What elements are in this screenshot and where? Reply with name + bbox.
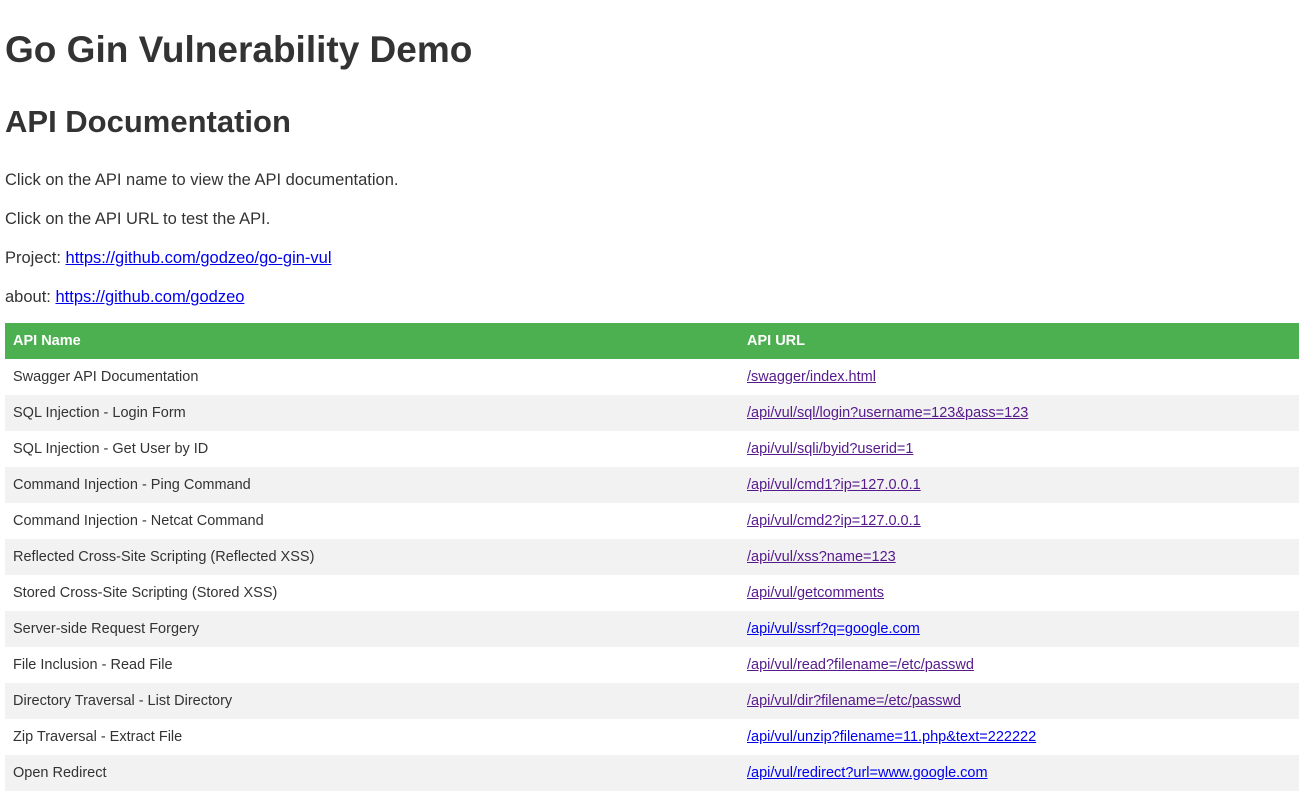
header-api-url: API URL	[739, 323, 1299, 359]
api-url-cell: /swagger/index.html	[739, 359, 1299, 395]
api-table: API Name API URL Swagger API Documentati…	[5, 323, 1299, 791]
api-url-link[interactable]: /swagger/index.html	[747, 369, 876, 385]
api-table-body: Swagger API Documentation/swagger/index.…	[5, 359, 1299, 791]
api-name-cell: Zip Traversal - Extract File	[5, 719, 739, 755]
api-url-cell: /api/vul/xss?name=123	[739, 539, 1299, 575]
project-link[interactable]: https://github.com/godzeo/go-gin-vul	[66, 249, 332, 267]
api-url-link[interactable]: /api/vul/cmd2?ip=127.0.0.1	[747, 513, 921, 529]
api-url-link[interactable]: /api/vul/read?filename=/etc/passwd	[747, 657, 974, 673]
api-url-cell: /api/vul/ssrf?q=google.com	[739, 611, 1299, 647]
table-row: Zip Traversal - Extract File/api/vul/unz…	[5, 719, 1299, 755]
api-url-cell: /api/vul/dir?filename=/etc/passwd	[739, 683, 1299, 719]
api-url-cell: /api/vul/sql/login?username=123&pass=123	[739, 395, 1299, 431]
about-line: about: https://github.com/godzeo	[5, 286, 244, 308]
api-name-cell: Reflected Cross-Site Scripting (Reflecte…	[5, 539, 739, 575]
api-name-cell: Open Redirect	[5, 755, 739, 791]
table-row: SQL Injection - Login Form/api/vul/sql/l…	[5, 395, 1299, 431]
table-row: Command Injection - Netcat Command/api/v…	[5, 503, 1299, 539]
table-row: Stored Cross-Site Scripting (Stored XSS)…	[5, 575, 1299, 611]
page-title: Go Gin Vulnerability Demo	[5, 29, 473, 70]
api-name-cell: SQL Injection - Get User by ID	[5, 431, 739, 467]
table-row: Directory Traversal - List Directory/api…	[5, 683, 1299, 719]
api-url-cell: /api/vul/sqli/byid?userid=1	[739, 431, 1299, 467]
api-url-link[interactable]: /api/vul/dir?filename=/etc/passwd	[747, 693, 961, 709]
api-url-cell: /api/vul/getcomments	[739, 575, 1299, 611]
api-url-link[interactable]: /api/vul/redirect?url=www.google.com	[747, 765, 988, 781]
api-name-cell: SQL Injection - Login Form	[5, 395, 739, 431]
api-url-cell: /api/vul/cmd1?ip=127.0.0.1	[739, 467, 1299, 503]
header-api-name: API Name	[5, 323, 739, 359]
table-row: Open Redirect/api/vul/redirect?url=www.g…	[5, 755, 1299, 791]
api-name-cell: Stored Cross-Site Scripting (Stored XSS)	[5, 575, 739, 611]
api-url-link[interactable]: /api/vul/cmd1?ip=127.0.0.1	[747, 477, 921, 493]
table-row: SQL Injection - Get User by ID/api/vul/s…	[5, 431, 1299, 467]
api-url-link[interactable]: /api/vul/xss?name=123	[747, 549, 896, 565]
project-line: Project: https://github.com/godzeo/go-gi…	[5, 247, 332, 269]
table-row: Swagger API Documentation/swagger/index.…	[5, 359, 1299, 395]
intro-text-1: Click on the API name to view the API do…	[5, 171, 399, 189]
api-name-cell: Directory Traversal - List Directory	[5, 683, 739, 719]
api-url-cell: /api/vul/unzip?filename=11.php&text=2222…	[739, 719, 1299, 755]
table-row: Command Injection - Ping Command/api/vul…	[5, 467, 1299, 503]
api-url-cell: /api/vul/read?filename=/etc/passwd	[739, 647, 1299, 683]
intro-text-2: Click on the API URL to test the API.	[5, 210, 271, 228]
api-url-cell: /api/vul/cmd2?ip=127.0.0.1	[739, 503, 1299, 539]
api-url-link[interactable]: /api/vul/unzip?filename=11.php&text=2222…	[747, 729, 1036, 745]
api-name-cell: Swagger API Documentation	[5, 359, 739, 395]
api-name-cell: Server-side Request Forgery	[5, 611, 739, 647]
api-name-cell: Command Injection - Netcat Command	[5, 503, 739, 539]
table-row: File Inclusion - Read File/api/vul/read?…	[5, 647, 1299, 683]
api-url-link[interactable]: /api/vul/sqli/byid?userid=1	[747, 441, 913, 457]
about-label: about:	[5, 288, 56, 306]
table-row: Server-side Request Forgery/api/vul/ssrf…	[5, 611, 1299, 647]
api-url-link[interactable]: /api/vul/sql/login?username=123&pass=123	[747, 405, 1028, 421]
about-link[interactable]: https://github.com/godzeo	[55, 288, 244, 306]
api-name-cell: File Inclusion - Read File	[5, 647, 739, 683]
section-title: API Documentation	[5, 104, 291, 139]
api-url-link[interactable]: /api/vul/getcomments	[747, 585, 884, 601]
project-label: Project:	[5, 249, 66, 267]
table-header-row: API Name API URL	[5, 323, 1299, 359]
api-url-cell: /api/vul/redirect?url=www.google.com	[739, 755, 1299, 791]
table-row: Reflected Cross-Site Scripting (Reflecte…	[5, 539, 1299, 575]
api-url-link[interactable]: /api/vul/ssrf?q=google.com	[747, 621, 920, 637]
api-name-cell: Command Injection - Ping Command	[5, 467, 739, 503]
